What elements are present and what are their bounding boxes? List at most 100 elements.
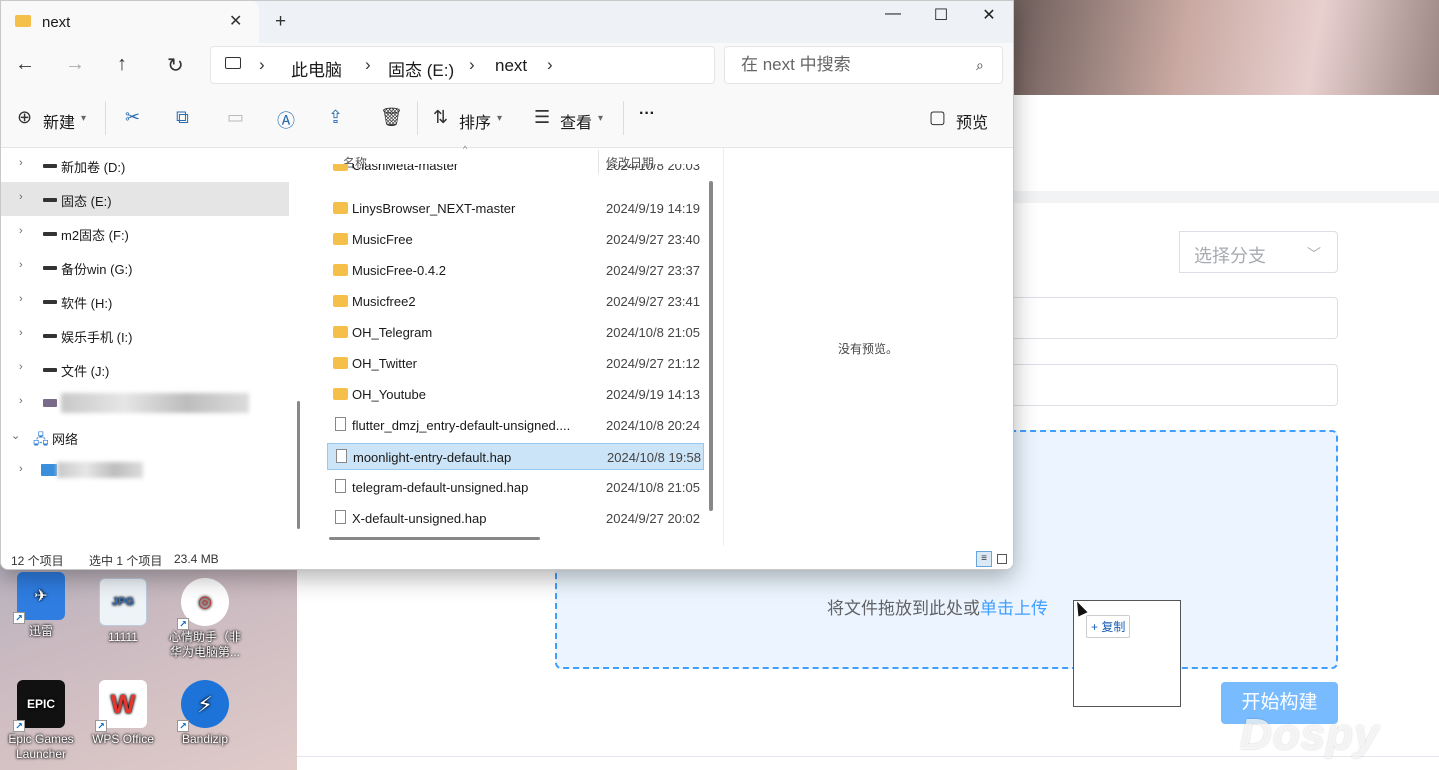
- maximize-button[interactable]: ☐: [921, 5, 961, 25]
- preview-pane-icon[interactable]: ▢: [929, 107, 946, 128]
- file-date: 2024/9/19 14:13: [606, 387, 700, 402]
- sidebar-item-blurred[interactable]: ›: [1, 386, 289, 420]
- sidebar-item-drive-j[interactable]: › 文件 (J:): [1, 352, 289, 386]
- sidebar-scrollbar[interactable]: [297, 401, 300, 529]
- delete-icon[interactable]: 🗑: [380, 107, 403, 128]
- text-input[interactable]: [997, 364, 1338, 406]
- bandizip-icon: ⚡ ↗: [177, 680, 229, 732]
- desktop-icon-bandizip[interactable]: ⚡ ↗ Bandizip: [164, 680, 246, 747]
- branch-select[interactable]: 选择分支 ﹀: [1179, 231, 1338, 273]
- search-icon[interactable]: ⌕: [976, 57, 984, 74]
- sidebar-item-drive-h[interactable]: › 软件 (H:): [1, 284, 289, 318]
- chevron-right-icon[interactable]: ›: [19, 191, 23, 203]
- chevron-right-icon[interactable]: ›: [19, 361, 23, 373]
- details-view-icon[interactable]: ≡: [976, 551, 992, 567]
- paste-icon[interactable]: ▭: [227, 107, 244, 128]
- sidebar-item-drive-e[interactable]: › 固态 (E:): [1, 182, 289, 216]
- chevron-right-icon[interactable]: ›: [469, 55, 475, 75]
- file-row[interactable]: OH_Telegram 2024/10/8 21:05: [327, 319, 704, 346]
- chevron-down-icon[interactable]: ▾: [598, 113, 603, 124]
- chevron-right-icon[interactable]: ›: [19, 293, 23, 305]
- sidebar-item-label: 文件 (J:): [61, 364, 110, 379]
- preview-button[interactable]: 预览: [956, 109, 988, 133]
- chevron-right-icon[interactable]: ›: [365, 55, 371, 75]
- file-row[interactable]: ClashMeta-master 2024/10/8 20:03: [327, 164, 704, 178]
- desktop-icon-epic[interactable]: EPIC ↗ Epic Games Launcher: [0, 680, 82, 762]
- sidebar-item-drive-f[interactable]: › m2固态 (F:): [1, 216, 289, 250]
- chevron-down-icon[interactable]: ▾: [81, 113, 86, 124]
- drive-icon: [43, 164, 57, 168]
- chevron-right-icon[interactable]: ›: [259, 55, 265, 75]
- desktop-icon-11111[interactable]: JPG 11111: [82, 578, 164, 645]
- desktop-icon-mood-assistant[interactable]: ◎ ↗ 心情助手（非华为电脑第...: [164, 578, 246, 660]
- sidebar-item-drive-i[interactable]: › 娱乐手机 (I:): [1, 318, 289, 352]
- sort-button[interactable]: 排序: [459, 109, 491, 133]
- up-button[interactable]: ↑: [117, 53, 127, 76]
- file-row[interactable]: flutter_dmzj_entry-default-unsigned.... 2…: [327, 412, 704, 439]
- file-row[interactable]: X-default-unsigned.hap 2024/9/27 20:02: [327, 505, 704, 532]
- drive-icon: [43, 266, 57, 270]
- view-icon[interactable]: ☰: [534, 107, 550, 128]
- tab-next[interactable]: next ✕: [1, 1, 259, 43]
- file-row[interactable]: OH_Youtube 2024/9/19 14:13: [327, 381, 704, 408]
- share-icon[interactable]: ⇪: [328, 107, 343, 128]
- view-button[interactable]: 查看: [560, 109, 592, 133]
- drag-ghost: + 复制: [1073, 600, 1181, 707]
- chevron-down-icon[interactable]: ⌄: [11, 429, 20, 442]
- vertical-scrollbar[interactable]: [709, 181, 713, 511]
- forward-button[interactable]: →: [65, 53, 85, 76]
- file-row[interactable]: Musicfree2 2024/9/27 23:41: [327, 288, 704, 315]
- address-bar[interactable]: › 此电脑 › 固态 (E:) › next ›: [210, 46, 715, 84]
- chevron-right-icon[interactable]: ›: [19, 327, 23, 339]
- drive-icon: [43, 334, 57, 338]
- copy-icon[interactable]: ⧉: [176, 107, 189, 128]
- search-input[interactable]: [726, 48, 956, 82]
- file-row[interactable]: LinysBrowser_NEXT-master 2024/9/19 14:19: [327, 195, 704, 222]
- chevron-right-icon[interactable]: ›: [19, 463, 23, 475]
- file-row[interactable]: moonlight-entry-default.hap 2024/10/8 19:…: [327, 443, 704, 470]
- file-row[interactable]: telegram-default-unsigned.hap 2024/10/8 2…: [327, 474, 704, 501]
- tiles-view-icon[interactable]: [997, 554, 1007, 564]
- new-tab-button[interactable]: +: [275, 11, 286, 33]
- sidebar-item-drive-g[interactable]: › 备份win (G:): [1, 250, 289, 284]
- drive-icon: [43, 198, 57, 202]
- new-button[interactable]: 新建: [43, 109, 75, 133]
- chevron-right-icon[interactable]: ›: [19, 259, 23, 271]
- rename-icon[interactable]: Ⓐ: [277, 107, 295, 133]
- close-tab-icon[interactable]: ✕: [229, 11, 242, 31]
- text-input[interactable]: [997, 297, 1338, 339]
- chevron-right-icon[interactable]: ›: [547, 55, 553, 75]
- divider: [623, 101, 624, 135]
- chevron-down-icon[interactable]: ▾: [497, 113, 502, 124]
- chevron-right-icon[interactable]: ›: [19, 395, 23, 407]
- minimize-button[interactable]: —: [873, 5, 913, 23]
- folder-icon: [333, 233, 348, 245]
- new-icon[interactable]: ⊕: [17, 107, 32, 128]
- sidebar-item-network-pc[interactable]: ›: [1, 454, 289, 488]
- breadcrumb-this-pc[interactable]: 此电脑: [291, 56, 342, 81]
- desktop-icon-wps[interactable]: W ↗ WPS Office: [82, 680, 164, 747]
- refresh-button[interactable]: ↻: [167, 53, 184, 78]
- sidebar-item-label: 新加卷 (D:): [61, 160, 126, 175]
- sidebar-item-drive-d[interactable]: › 新加卷 (D:): [1, 148, 289, 182]
- file-row[interactable]: MusicFree-0.4.2 2024/9/27 23:37: [327, 257, 704, 284]
- file-row[interactable]: MusicFree 2024/9/27 23:40: [327, 226, 704, 253]
- file-icon: [335, 417, 346, 431]
- desktop-icon-label: 心情助手（非华为电脑第...: [168, 630, 241, 659]
- chevron-right-icon[interactable]: ›: [19, 157, 23, 169]
- cut-icon[interactable]: ✂: [125, 107, 140, 128]
- file-row[interactable]: OH_Twitter 2024/9/27 21:12: [327, 350, 704, 377]
- horizontal-scrollbar[interactable]: [329, 537, 540, 540]
- desktop-icon-label: Bandizip: [181, 732, 229, 746]
- chevron-right-icon[interactable]: ›: [19, 225, 23, 237]
- upload-link[interactable]: 单击上传: [980, 599, 1048, 618]
- breadcrumb-next[interactable]: next: [495, 56, 527, 76]
- sidebar-item-network[interactable]: ⌄ 🖧 网络: [1, 420, 289, 454]
- desktop-icon-xunlei[interactable]: ✈ ↗ 迅雷: [0, 572, 82, 639]
- more-options-button[interactable]: ···: [639, 105, 655, 123]
- file-date: 2024/10/8 19:58: [607, 450, 701, 465]
- back-button[interactable]: ←: [15, 53, 35, 76]
- close-window-button[interactable]: ✕: [969, 5, 1009, 25]
- breadcrumb-drive-e[interactable]: 固态 (E:): [388, 56, 454, 81]
- sort-icon[interactable]: ⇅: [433, 107, 448, 128]
